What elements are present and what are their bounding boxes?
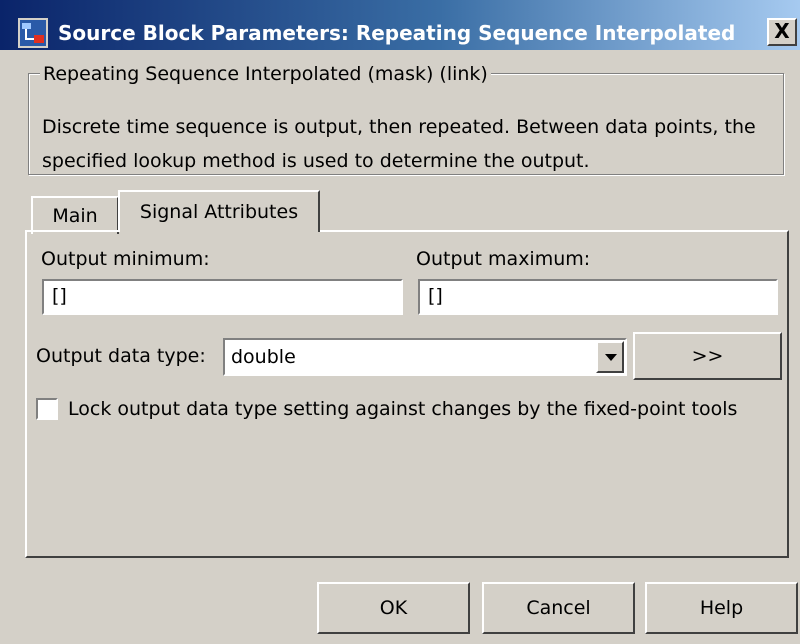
lock-data-type-checkbox[interactable] (36, 398, 58, 420)
group-legend: Repeating Sequence Interpolated (mask) (… (40, 63, 491, 85)
lock-data-type-label: Lock output data type setting against ch… (68, 398, 738, 420)
tab-main[interactable]: Main (31, 196, 119, 234)
data-type-assistant-button[interactable]: >> (633, 332, 782, 380)
output-minimum-field[interactable]: [] (42, 279, 403, 315)
block-description: Discrete time sequence is output, then r… (42, 116, 756, 172)
chevron-down-icon[interactable] (596, 341, 624, 373)
ok-button[interactable]: OK (317, 582, 470, 634)
tab-signal-attributes[interactable]: Signal Attributes (118, 190, 320, 232)
output-data-type-value: double (231, 346, 296, 368)
close-button[interactable]: X (767, 18, 797, 46)
output-maximum-field[interactable]: [] (418, 279, 778, 315)
output-data-type-label: Output data type: (36, 345, 206, 367)
window-title: Source Block Parameters: Repeating Seque… (58, 21, 736, 45)
simulink-block-icon (18, 18, 48, 48)
help-button[interactable]: Help (645, 582, 798, 634)
output-minimum-label: Output minimum: (41, 248, 210, 270)
output-maximum-label: Output maximum: (416, 248, 591, 270)
output-data-type-select[interactable]: double (223, 338, 627, 376)
cancel-button[interactable]: Cancel (482, 582, 635, 634)
title-bar[interactable]: Source Block Parameters: Repeating Seque… (0, 0, 800, 50)
